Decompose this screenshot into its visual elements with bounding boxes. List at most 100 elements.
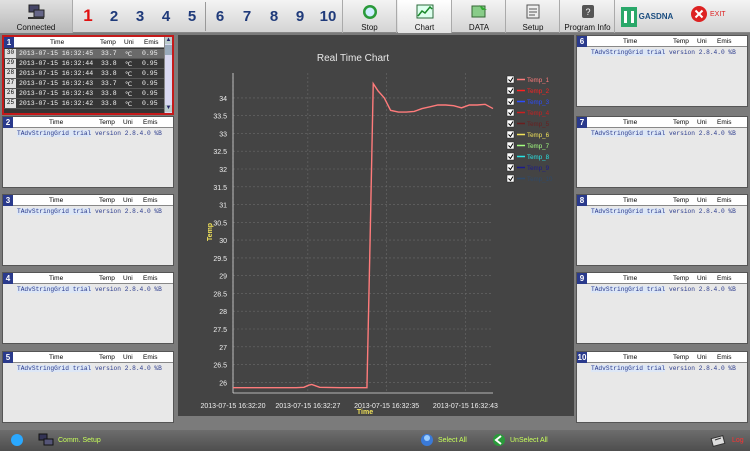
data-button[interactable]: DATA bbox=[453, 0, 506, 33]
col-unit: Uni bbox=[697, 38, 707, 45]
sensor-panel-2[interactable]: Time Temp Uni Emis 2 TAdvStringGrid trial ver… bbox=[2, 116, 174, 188]
sensor-panel-1[interactable]: Time Temp Uni Emis 1 30 2013-07-15 16:32:… bbox=[2, 35, 174, 115]
col-emis: Emis bbox=[717, 119, 732, 126]
trial-text: TAdvStringGrid trial bbox=[591, 208, 666, 215]
unselect-all-button[interactable]: UnSelect All bbox=[492, 433, 548, 447]
col-time: Time bbox=[623, 275, 638, 282]
row-temp: 33.7 bbox=[101, 80, 117, 87]
col-unit: Uni bbox=[697, 354, 707, 361]
scroll-thumb[interactable] bbox=[165, 45, 172, 55]
panel-header: Time Temp Uni Emis bbox=[577, 117, 747, 128]
panel-number: 10 bbox=[577, 352, 587, 363]
data-icon bbox=[470, 0, 488, 23]
col-temp: Temp bbox=[673, 197, 689, 204]
panel-number: 3 bbox=[3, 195, 13, 206]
panel-number: 8 bbox=[577, 195, 587, 206]
table-row[interactable]: 26 2013-07-15 16:32:43 33.8 ℃ 0.95 bbox=[4, 89, 168, 99]
tab-6[interactable]: 6 bbox=[209, 0, 231, 33]
panel-number: 1 bbox=[4, 37, 14, 48]
y-tick-label: 32.5 bbox=[213, 149, 227, 156]
panel-rows: 30 2013-07-15 16:32:45 33.7 ℃ 0.95 29 2013-07-… bbox=[4, 49, 168, 109]
col-emis: Emis bbox=[717, 354, 732, 361]
tab-4[interactable]: 4 bbox=[155, 0, 177, 33]
info-icon: ? bbox=[581, 0, 595, 23]
panel-header: Time Temp Uni Emis bbox=[577, 195, 747, 206]
legend-label: Temp_10 bbox=[527, 176, 553, 183]
table-row[interactable]: 28 2013-07-15 16:32:44 33.8 ℃ 0.95 bbox=[4, 69, 168, 79]
row-time: 2013-07-15 16:32:43 bbox=[19, 80, 94, 87]
col-emis: Emis bbox=[143, 197, 158, 204]
y-tick-label: 26 bbox=[219, 380, 227, 387]
log-label: Log bbox=[732, 436, 744, 444]
trial-notice: TAdvStringGrid trial version 2.8.4.0 %B bbox=[591, 130, 736, 137]
sensor-panel-7[interactable]: Time Temp Uni Emis 7 TAdvStringGrid trial ver… bbox=[576, 116, 748, 188]
tab-5[interactable]: 5 bbox=[181, 0, 203, 33]
x-tick-label: 2013-07-15 16:32:20 bbox=[201, 403, 266, 410]
col-temp: Temp bbox=[99, 354, 115, 361]
connected-button[interactable]: Connected bbox=[0, 0, 73, 33]
select-all-icon bbox=[421, 434, 433, 446]
sensor-panel-10[interactable]: Time Temp Uni Emis 10 TAdvStringGrid trial ve… bbox=[576, 351, 748, 423]
panel-header: Time Temp Uni Emis bbox=[3, 273, 173, 284]
legend-label: Temp_2 bbox=[527, 88, 550, 95]
row-time: 2013-07-15 16:32:42 bbox=[19, 100, 94, 107]
tab-10[interactable]: 10 bbox=[315, 0, 341, 33]
col-unit: Uni bbox=[697, 119, 707, 126]
tab-9[interactable]: 9 bbox=[289, 0, 311, 33]
tab-8[interactable]: 8 bbox=[263, 0, 285, 33]
trial-text: TAdvStringGrid trial bbox=[591, 130, 666, 137]
trial-version: version 2.8.4.0 %B bbox=[94, 208, 162, 215]
setup-button[interactable]: Setup bbox=[507, 0, 560, 33]
row-time: 2013-07-15 16:32:44 bbox=[19, 70, 94, 77]
row-unit: ℃ bbox=[125, 101, 133, 108]
tab-1[interactable]: 1 bbox=[77, 0, 99, 33]
tab-7[interactable]: 7 bbox=[236, 0, 258, 33]
row-index: 27 bbox=[5, 79, 16, 88]
select-all-button[interactable]: Select All bbox=[420, 433, 467, 447]
exit-label: EXIT bbox=[710, 10, 726, 18]
status-bar: Comm. Setup Select All UnSelect All Log bbox=[0, 430, 750, 451]
col-emis: Emis bbox=[143, 275, 158, 282]
log-button[interactable]: Log bbox=[710, 433, 744, 447]
panel-header: Time Temp Uni Emis bbox=[3, 117, 173, 128]
exit-button[interactable]: EXIT bbox=[690, 5, 726, 23]
app-window: Connected 1 2 3 4 5 6 7 8 9 10 Stop Char… bbox=[0, 0, 750, 451]
table-row[interactable]: 27 2013-07-15 16:32:43 33.7 ℃ 0.95 bbox=[4, 79, 168, 89]
panel-header: Time Temp Uni Emis bbox=[577, 273, 747, 284]
col-temp: Temp bbox=[99, 275, 115, 282]
scroll-down-icon[interactable]: ▼ bbox=[165, 105, 172, 112]
tab-2[interactable]: 2 bbox=[103, 0, 125, 33]
chart-legend[interactable]: Temp_1 Temp_2 Temp_3 Temp_4 Temp_5 Temp_6 Temp… bbox=[506, 75, 553, 183]
comm-setup-label: Comm. Setup bbox=[58, 436, 101, 444]
scroll-up-icon[interactable]: ▲ bbox=[165, 37, 172, 44]
table-row[interactable]: 30 2013-07-15 16:32:45 33.7 ℃ 0.95 bbox=[4, 49, 168, 59]
trial-notice: TAdvStringGrid trial version 2.8.4.0 %B bbox=[591, 49, 736, 56]
comm-setup-button[interactable]: Comm. Setup bbox=[38, 433, 101, 447]
y-axis-label: Temp bbox=[207, 223, 214, 241]
row-index: 28 bbox=[5, 69, 16, 78]
legend-label: Temp_6 bbox=[527, 132, 550, 139]
sensor-panel-5[interactable]: Time Temp Uni Emis 5 TAdvStringGrid trial ver… bbox=[2, 351, 174, 423]
chart-button[interactable]: Chart bbox=[398, 0, 452, 33]
x-tick-label: 2013-07-15 16:32:43 bbox=[433, 403, 498, 410]
panel-number: 5 bbox=[3, 352, 13, 363]
y-tick-label: 30.5 bbox=[213, 220, 227, 227]
svg-text:?: ? bbox=[585, 7, 590, 17]
sensor-panel-4[interactable]: Time Temp Uni Emis 4 TAdvStringGrid trial ver… bbox=[2, 272, 174, 344]
sensor-panel-9[interactable]: Time Temp Uni Emis 9 TAdvStringGrid trial ver… bbox=[576, 272, 748, 344]
panel-header: Time Temp Uni Emis bbox=[4, 37, 172, 48]
trial-notice: TAdvStringGrid trial version 2.8.4.0 %B bbox=[591, 286, 736, 293]
sensor-panel-3[interactable]: Time Temp Uni Emis 3 TAdvStringGrid trial ver… bbox=[2, 194, 174, 266]
program-info-button[interactable]: ? Program Info bbox=[561, 0, 615, 33]
stop-button[interactable]: Stop bbox=[342, 0, 397, 33]
y-tick-label: 28.5 bbox=[213, 291, 227, 298]
sensor-panel-8[interactable]: Time Temp Uni Emis 8 TAdvStringGrid trial ver… bbox=[576, 194, 748, 266]
tab-3[interactable]: 3 bbox=[129, 0, 151, 33]
panel-scrollbar[interactable]: ▲ ▼ bbox=[164, 37, 172, 113]
logo-icon bbox=[620, 6, 637, 27]
row-unit: ℃ bbox=[125, 61, 133, 68]
col-time: Time bbox=[623, 38, 638, 45]
table-row[interactable]: 29 2013-07-15 16:32:44 33.8 ℃ 0.95 bbox=[4, 59, 168, 69]
sensor-panel-6[interactable]: Time Temp Uni Emis 6 TAdvStringGrid trial ver… bbox=[576, 35, 748, 107]
table-row[interactable]: 25 2013-07-15 16:32:42 33.8 ℃ 0.95 bbox=[4, 99, 168, 109]
